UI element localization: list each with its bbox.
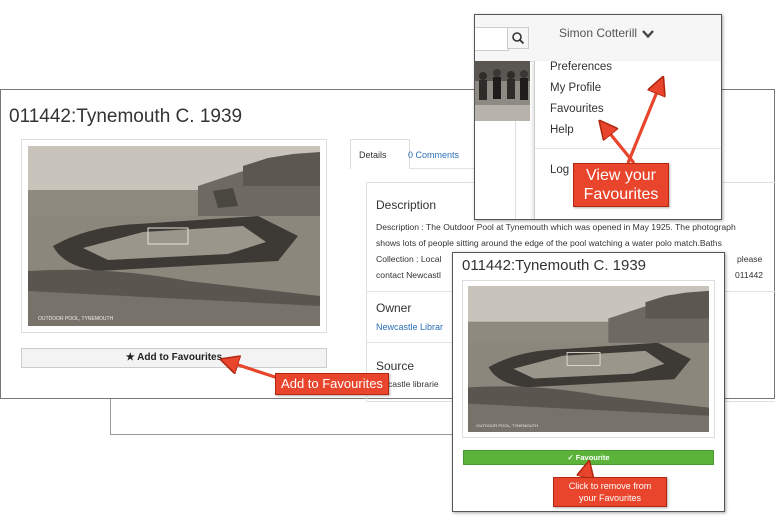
arrow-to-user-menu xyxy=(626,82,661,164)
view-favourites-line-1: View your xyxy=(586,167,656,184)
add-favourites-callout: Add to Favourites xyxy=(275,373,389,395)
annotation-arrows xyxy=(0,0,775,526)
remove-favourites-line-1: Click to remove from xyxy=(568,481,652,491)
view-favourites-callout: View your Favourites xyxy=(573,163,669,207)
arrow-to-add-button xyxy=(226,361,279,380)
arrow-to-favourites-item xyxy=(603,125,636,165)
view-favourites-line-2: Favourites xyxy=(583,186,659,203)
remove-favourites-line-2: your Favourites xyxy=(578,493,642,503)
remove-favourites-callout: Click to remove from your Favourites xyxy=(553,477,667,507)
